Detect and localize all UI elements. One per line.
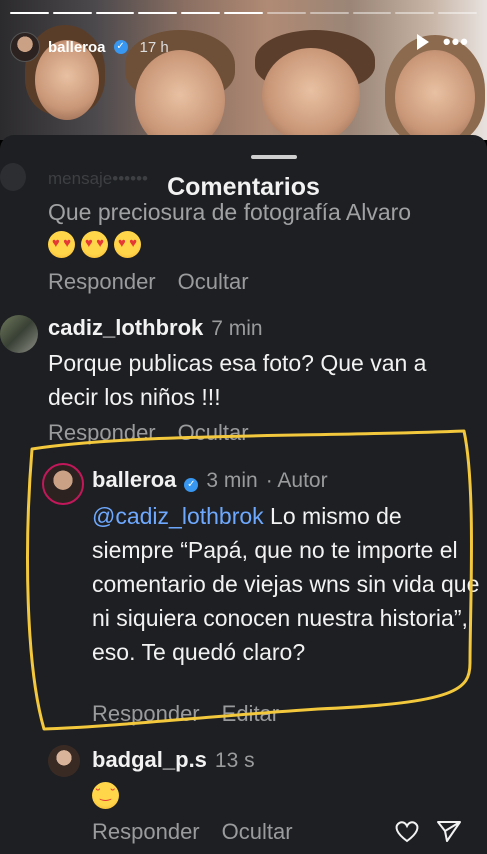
progress-segment: [266, 12, 306, 14]
author-label: · Autor: [265, 469, 328, 492]
comments-sheet: mensaje•••••• Comentarios Que preciosura…: [0, 135, 487, 854]
progress-segment: [138, 12, 178, 14]
avatar[interactable]: [42, 463, 84, 505]
reply-button[interactable]: Responder: [48, 420, 156, 446]
comment-header: balleroa ✓ 3 min · Autor: [92, 467, 328, 493]
comment-username[interactable]: cadiz_lothbrok: [48, 315, 203, 341]
heart-icon[interactable]: [394, 819, 420, 843]
hide-button[interactable]: Ocultar: [222, 819, 293, 845]
laughing-emoji: ˘‿˘: [92, 782, 119, 809]
sheet-title: Comentarios: [167, 173, 320, 201]
comment-actions: Responder Ocultar: [48, 269, 249, 295]
story-header: balleroa ✓ 17 h: [10, 32, 169, 62]
progress-segment: [224, 12, 263, 14]
comment-text: Que preciosura de fotografía Alvaro: [48, 199, 412, 225]
progress-segment: [309, 12, 349, 14]
comment-actions: Responder Ocultar: [48, 420, 249, 446]
progress-segment: [395, 12, 435, 14]
hide-button[interactable]: Ocultar: [178, 269, 249, 295]
comment-header: cadiz_lothbrok 7 min: [48, 315, 263, 341]
reply-button[interactable]: Responder: [92, 819, 200, 845]
comment-timestamp: 13 s: [214, 749, 255, 772]
comment-header: badgal_p.s 13 s: [92, 747, 255, 773]
progress-segment: [438, 12, 477, 14]
reply-button[interactable]: Responder: [92, 701, 200, 727]
child-face: [262, 48, 360, 140]
comment-timestamp: 3 min: [206, 469, 258, 492]
comment-username[interactable]: badgal_p.s: [92, 747, 207, 773]
edit-button[interactable]: Editar: [222, 701, 279, 727]
play-icon[interactable]: [416, 34, 429, 50]
send-icon[interactable]: [436, 819, 462, 843]
verified-icon: ✓: [113, 40, 128, 54]
heart-eyes-emoji: ♥ ♥: [48, 231, 75, 258]
story-timestamp: 17 h: [139, 38, 169, 56]
comment-actions: Responder Ocultar: [92, 819, 293, 845]
emoji-row: ♥ ♥ ♥ ♥ ♥ ♥: [48, 231, 141, 258]
progress-segment: [181, 12, 221, 14]
story-controls: •••: [416, 31, 469, 53]
child-face: [135, 50, 225, 140]
reply-button[interactable]: Responder: [48, 269, 156, 295]
comment-actions: Responder Editar: [92, 701, 279, 727]
story-image: balleroa ✓ 17 h •••: [0, 0, 487, 140]
progress-segment: [52, 12, 92, 14]
comment-username[interactable]: balleroa: [92, 467, 176, 493]
story-progress-bar: [10, 12, 477, 14]
hide-button[interactable]: Ocultar: [178, 420, 249, 446]
story-username[interactable]: balleroa: [48, 39, 106, 56]
mention-link[interactable]: @cadiz_lothbrok: [92, 503, 264, 529]
avatar[interactable]: [48, 745, 80, 777]
heart-eyes-emoji: ♥ ♥: [81, 231, 108, 258]
comment-text: @cadiz_lothbrok Lo mismo de siempre “Pap…: [92, 499, 482, 669]
progress-segment: [352, 12, 392, 14]
progress-segment: [10, 12, 49, 14]
more-icon[interactable]: •••: [443, 31, 469, 53]
child-face: [395, 50, 475, 140]
avatar[interactable]: [0, 315, 38, 353]
avatar[interactable]: [10, 32, 40, 62]
verified-icon: ✓: [184, 478, 199, 492]
progress-segment: [95, 12, 135, 14]
comment-timestamp: 7 min: [211, 317, 263, 340]
heart-eyes-emoji: ♥ ♥: [114, 231, 141, 258]
drag-handle[interactable]: [251, 155, 297, 159]
comment-text: Porque publicas esa foto? Que van a deci…: [48, 350, 427, 410]
